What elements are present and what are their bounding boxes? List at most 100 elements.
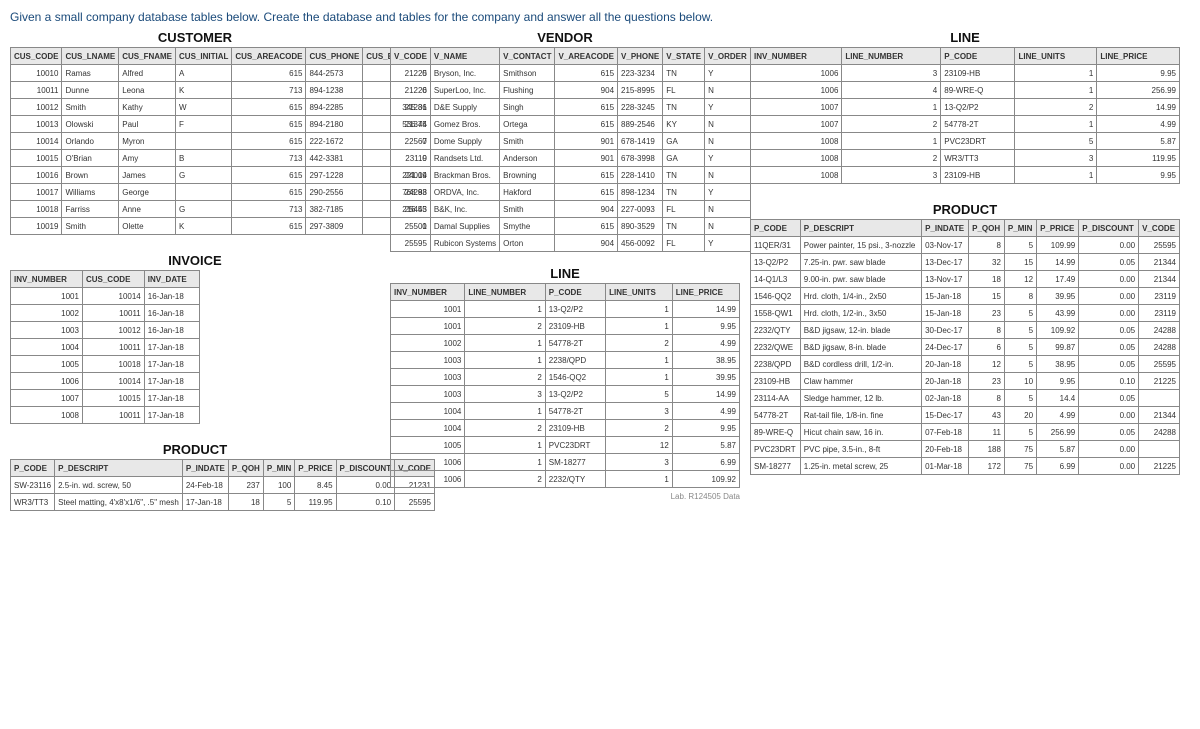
cell: 0.05 [1079, 424, 1139, 441]
cell: Randsets Ltd. [430, 150, 499, 167]
cell: 2 [606, 335, 673, 352]
cell: 25595 [1139, 237, 1180, 254]
cell: 615 [232, 167, 306, 184]
table-row: 25443B&K, Inc.Smith904227-0093FLN [391, 201, 751, 218]
cell: 5 [1004, 237, 1036, 254]
col-header: P_INDATE [922, 220, 969, 237]
cell: 1 [842, 133, 941, 150]
cell: 89-WRE-Q [751, 424, 801, 441]
cell: 119.95 [1097, 150, 1180, 167]
cell: K [176, 82, 232, 99]
table-row: 10031001216-Jan-18 [11, 322, 200, 339]
table-row: PVC23DRTPVC pipe, 3.5-in., 8-ft20-Feb-18… [751, 441, 1180, 458]
cell: 18 [969, 271, 1005, 288]
cell: 23 [969, 373, 1005, 390]
cell: 5 [1004, 322, 1036, 339]
table-row: 1002154778-2T24.99 [391, 335, 740, 352]
cell: 2 [842, 116, 941, 133]
cell: 5.87 [1097, 133, 1180, 150]
cell: 02-Jan-18 [922, 390, 969, 407]
cell: Smith [500, 133, 555, 150]
cell: 844-2573 [306, 65, 363, 82]
table-row: 10061SM-1827736.99 [391, 454, 740, 471]
cell: O'Brian [62, 150, 119, 167]
cell: 1546-QQ2 [751, 288, 801, 305]
cell: 10 [1004, 373, 1036, 390]
cell: 5 [606, 386, 673, 403]
cell: 23109-HB [545, 318, 605, 335]
cell: 1.25-in. metal screw, 25 [800, 458, 921, 475]
table-row: 11QER/31Power painter, 15 psi., 3-nozzle… [751, 237, 1180, 254]
cell: 24288 [1139, 339, 1180, 356]
cell: 1006 [11, 373, 83, 390]
cell: 20-Jan-18 [922, 356, 969, 373]
cell: 07-Feb-18 [922, 424, 969, 441]
col-header: INV_NUMBER [751, 48, 842, 65]
col-header: CUS_CODE [11, 48, 62, 65]
cell: 119.95 [295, 494, 336, 511]
col-header: V_ORDER [705, 48, 751, 65]
cell: 10011 [82, 305, 144, 322]
cell: 2238/QPD [545, 352, 605, 369]
cell: 3 [606, 454, 673, 471]
cell: 901 [555, 150, 618, 167]
cell [1139, 441, 1180, 458]
cell: SM-18277 [751, 458, 801, 475]
col-header: P_MIN [263, 460, 294, 477]
cell: 172 [969, 458, 1005, 475]
cell: 901 [555, 133, 618, 150]
cell: Rubicon Systems [430, 235, 499, 252]
table-row: 25595Rubicon SystemsOrton904456-0092FLY [391, 235, 751, 252]
cell: GA [663, 133, 705, 150]
cell: SW-23116 [11, 477, 55, 494]
table-row: 10013OlowskiPaulF615894-2180536.75 [11, 116, 431, 133]
cell: 4.99 [672, 403, 739, 420]
cell: 17-Jan-18 [144, 390, 199, 407]
cell: 10019 [11, 218, 62, 235]
col-header: V_NAME [430, 48, 499, 65]
cell: 1 [465, 301, 545, 318]
cell: 1008 [751, 167, 842, 184]
table-row: 10012SmithKathyW615894-2285345.86 [11, 99, 431, 116]
cell: 5 [1004, 339, 1036, 356]
table-row: 100321546-QQ2139.95 [391, 369, 740, 386]
cell: 1008 [11, 407, 83, 424]
table-row: 10018FarrissAnneG713382-7185216.55 [11, 201, 431, 218]
cell: Hicut chain saw, 16 in. [800, 424, 921, 441]
table-row: 10061001417-Jan-18 [11, 373, 200, 390]
cell: 0.00 [1079, 271, 1139, 288]
cell: 03-Nov-17 [922, 237, 969, 254]
cell: 10018 [82, 356, 144, 373]
table-row: 10011DunneLeonaK713894-12380 [11, 82, 431, 99]
cell: 32 [969, 254, 1005, 271]
cell: 1 [465, 403, 545, 420]
cell: 0.05 [1079, 390, 1139, 407]
line-big-table: INV_NUMBERLINE_NUMBERP_CODELINE_UNITSLIN… [750, 47, 1180, 184]
cell: 1 [1015, 65, 1097, 82]
table-row: 21231D&E SupplySingh615228-3245TNY [391, 99, 751, 116]
cell: 10014 [11, 133, 62, 150]
col-header: INV_NUMBER [11, 271, 83, 288]
cell: 17-Jan-18 [144, 356, 199, 373]
cell: 1004 [391, 420, 465, 437]
cell: Bryson, Inc. [430, 65, 499, 82]
cell: B&D jigsaw, 8-in. blade [800, 339, 921, 356]
cell: 23119 [1139, 288, 1180, 305]
table-row: 1001113-Q2/P2114.99 [391, 301, 740, 318]
cell: 256.99 [1097, 82, 1180, 99]
cell: B&D cordless drill, 1/2-in. [800, 356, 921, 373]
cell: 904 [555, 235, 618, 252]
cell: Hrd. cloth, 1/4-in., 2x50 [800, 288, 921, 305]
cell: 228-1410 [618, 167, 663, 184]
table-row: 2232/QWEB&D jigsaw, 8-in. blade24-Dec-17… [751, 339, 1180, 356]
cell: 0.00 [1079, 288, 1139, 305]
cell: 0.05 [1079, 339, 1139, 356]
cell: A [176, 65, 232, 82]
cell: Amy [119, 150, 176, 167]
cell: 17-Jan-18 [144, 407, 199, 424]
cell: WR3/TT3 [941, 150, 1015, 167]
cell: Ramas [62, 65, 119, 82]
cell: 3 [606, 403, 673, 420]
cell: 227-0093 [618, 201, 663, 218]
cell: 442-3381 [306, 150, 363, 167]
